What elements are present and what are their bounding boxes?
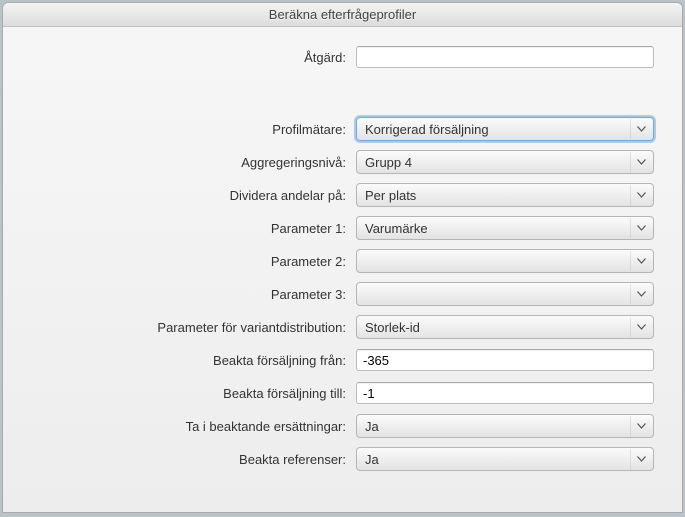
label-divide-shares: Dividera andelar på: bbox=[21, 188, 356, 203]
row-sales-from: Beakta försäljning från: bbox=[21, 348, 654, 372]
dialog-window: Beräkna efterfrågeprofiler Åtgärd: Profi… bbox=[2, 2, 683, 513]
consider-replacements-value: Ja bbox=[365, 419, 379, 434]
param3-select[interactable] bbox=[356, 282, 654, 306]
chevron-down-icon bbox=[630, 185, 652, 205]
chevron-down-icon bbox=[630, 284, 652, 304]
label-param1: Parameter 1: bbox=[21, 221, 356, 236]
field-param2 bbox=[356, 249, 654, 273]
action-input[interactable] bbox=[356, 46, 654, 68]
variant-dist-param-select[interactable]: Storlek-id bbox=[356, 315, 654, 339]
row-aggregation-level: Aggregeringsnivå: Grupp 4 bbox=[21, 150, 654, 174]
row-consider-references: Beakta referenser: Ja bbox=[21, 447, 654, 471]
field-action bbox=[356, 46, 654, 68]
divide-shares-value: Per plats bbox=[365, 188, 416, 203]
window-titlebar: Beräkna efterfrågeprofiler bbox=[3, 3, 682, 27]
chevron-down-icon bbox=[630, 152, 652, 172]
field-sales-to bbox=[356, 382, 654, 404]
field-param3 bbox=[356, 282, 654, 306]
label-sales-from: Beakta försäljning från: bbox=[21, 353, 356, 368]
chevron-down-icon bbox=[630, 416, 652, 436]
chevron-down-icon bbox=[630, 449, 652, 469]
row-param1: Parameter 1: Varumärke bbox=[21, 216, 654, 240]
param2-select[interactable] bbox=[356, 249, 654, 273]
chevron-down-icon bbox=[630, 251, 652, 271]
dialog-content: Åtgärd: Profilmätare: Korrigerad försälj… bbox=[3, 27, 682, 512]
divide-shares-select[interactable]: Per plats bbox=[356, 183, 654, 207]
label-action: Åtgärd: bbox=[21, 50, 356, 65]
consider-references-value: Ja bbox=[365, 452, 379, 467]
label-sales-to: Beakta försäljning till: bbox=[21, 386, 356, 401]
field-consider-replacements: Ja bbox=[356, 414, 654, 438]
variant-dist-param-value: Storlek-id bbox=[365, 320, 420, 335]
field-aggregation-level: Grupp 4 bbox=[356, 150, 654, 174]
field-divide-shares: Per plats bbox=[356, 183, 654, 207]
row-param3: Parameter 3: bbox=[21, 282, 654, 306]
consider-references-select[interactable]: Ja bbox=[356, 447, 654, 471]
label-param3: Parameter 3: bbox=[21, 287, 356, 302]
label-aggregation-level: Aggregeringsnivå: bbox=[21, 155, 356, 170]
field-variant-dist-param: Storlek-id bbox=[356, 315, 654, 339]
label-profile-meter: Profilmätare: bbox=[21, 122, 356, 137]
row-divide-shares: Dividera andelar på: Per plats bbox=[21, 183, 654, 207]
profile-meter-value: Korrigerad försäljning bbox=[365, 122, 489, 137]
row-consider-replacements: Ta i beaktande ersättningar: Ja bbox=[21, 414, 654, 438]
row-param2: Parameter 2: bbox=[21, 249, 654, 273]
label-consider-replacements: Ta i beaktande ersättningar: bbox=[21, 419, 356, 434]
label-consider-references: Beakta referenser: bbox=[21, 452, 356, 467]
row-sales-to: Beakta försäljning till: bbox=[21, 381, 654, 405]
window-title: Beräkna efterfrågeprofiler bbox=[269, 7, 416, 22]
label-param2: Parameter 2: bbox=[21, 254, 356, 269]
aggregation-level-value: Grupp 4 bbox=[365, 155, 412, 170]
param1-select[interactable]: Varumärke bbox=[356, 216, 654, 240]
field-consider-references: Ja bbox=[356, 447, 654, 471]
sales-from-input[interactable] bbox=[356, 349, 654, 371]
field-param1: Varumärke bbox=[356, 216, 654, 240]
field-profile-meter: Korrigerad försäljning bbox=[356, 117, 654, 141]
row-variant-dist-param: Parameter för variantdistribution: Storl… bbox=[21, 315, 654, 339]
field-sales-from bbox=[356, 349, 654, 371]
chevron-down-icon bbox=[630, 119, 652, 139]
row-profile-meter: Profilmätare: Korrigerad försäljning bbox=[21, 117, 654, 141]
chevron-down-icon bbox=[630, 218, 652, 238]
profile-meter-select[interactable]: Korrigerad försäljning bbox=[356, 117, 654, 141]
row-action: Åtgärd: bbox=[21, 45, 654, 69]
chevron-down-icon bbox=[630, 317, 652, 337]
sales-to-input[interactable] bbox=[356, 382, 654, 404]
consider-replacements-select[interactable]: Ja bbox=[356, 414, 654, 438]
aggregation-level-select[interactable]: Grupp 4 bbox=[356, 150, 654, 174]
param1-value: Varumärke bbox=[365, 221, 428, 236]
label-variant-dist-param: Parameter för variantdistribution: bbox=[21, 320, 356, 335]
